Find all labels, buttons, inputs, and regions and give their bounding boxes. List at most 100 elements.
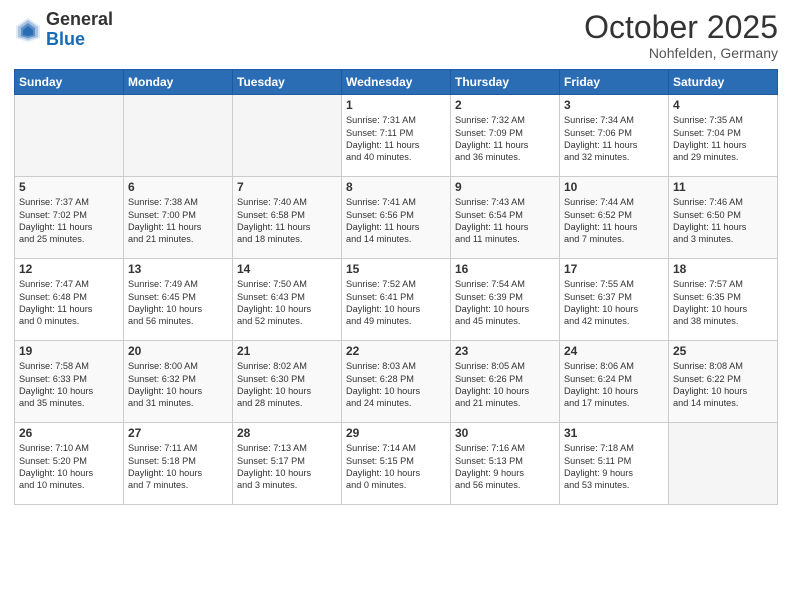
table-row: 8 Sunrise: 7:41 AMSunset: 6:56 PMDaylight…	[342, 177, 451, 259]
day-number: 19	[19, 344, 119, 358]
day-info: Sunrise: 7:55 AMSunset: 6:37 PMDaylight:…	[564, 278, 664, 328]
day-number: 23	[455, 344, 555, 358]
day-info: Sunrise: 7:43 AMSunset: 6:54 PMDaylight:…	[455, 196, 555, 246]
table-row: 21 Sunrise: 8:02 AMSunset: 6:30 PMDayligh…	[233, 341, 342, 423]
day-number: 27	[128, 426, 228, 440]
day-number: 12	[19, 262, 119, 276]
table-row: 13 Sunrise: 7:49 AMSunset: 6:45 PMDayligh…	[124, 259, 233, 341]
calendar-row-2: 12Sunrise: 7:47 AMSunset: 6:48 PMDayligh…	[15, 259, 778, 341]
table-row: 6 Sunrise: 7:38 AMSunset: 7:00 PMDaylight…	[124, 177, 233, 259]
day-number: 11	[673, 180, 773, 194]
table-row: 15Sunrise: 7:52 AMSunset: 6:41 PMDayligh…	[342, 259, 451, 341]
day-number: 7	[237, 180, 337, 194]
table-row: 1 Sunrise: 7:31 AMSunset: 7:11 PMDaylight…	[342, 95, 451, 177]
logo-general: General	[46, 9, 113, 29]
table-row: 14 Sunrise: 7:50 AMSunset: 6:43 PMDayligh…	[233, 259, 342, 341]
day-info: Sunrise: 7:34 AMSunset: 7:06 PMDaylight:…	[564, 114, 664, 164]
day-number: 9	[455, 180, 555, 194]
day-info: Sunrise: 8:02 AMSunset: 6:30 PMDaylight:…	[237, 360, 337, 410]
calendar-row-0: 1 Sunrise: 7:31 AMSunset: 7:11 PMDaylight…	[15, 95, 778, 177]
day-number: 1	[346, 98, 446, 112]
table-row	[233, 95, 342, 177]
th-saturday: Saturday	[669, 70, 778, 95]
th-monday: Monday	[124, 70, 233, 95]
table-row	[124, 95, 233, 177]
day-number: 29	[346, 426, 446, 440]
day-number: 25	[673, 344, 773, 358]
day-info: Sunrise: 7:14 AMSunset: 5:15 PMDaylight:…	[346, 442, 446, 492]
day-number: 6	[128, 180, 228, 194]
day-number: 5	[19, 180, 119, 194]
day-number: 30	[455, 426, 555, 440]
day-info: Sunrise: 8:03 AMSunset: 6:28 PMDaylight:…	[346, 360, 446, 410]
day-info: Sunrise: 7:11 AMSunset: 5:18 PMDaylight:…	[128, 442, 228, 492]
day-number: 17	[564, 262, 664, 276]
table-row: 29 Sunrise: 7:14 AMSunset: 5:15 PMDayligh…	[342, 423, 451, 505]
table-row: 17 Sunrise: 7:55 AMSunset: 6:37 PMDayligh…	[560, 259, 669, 341]
day-info: Sunrise: 7:31 AMSunset: 7:11 PMDaylight:…	[346, 114, 446, 164]
table-row: 4Sunrise: 7:35 AMSunset: 7:04 PMDaylight…	[669, 95, 778, 177]
table-row: 22Sunrise: 8:03 AMSunset: 6:28 PMDayligh…	[342, 341, 451, 423]
th-thursday: Thursday	[451, 70, 560, 95]
day-info: Sunrise: 7:10 AMSunset: 5:20 PMDaylight:…	[19, 442, 119, 492]
day-number: 14	[237, 262, 337, 276]
logo-blue: Blue	[46, 29, 85, 49]
calendar: Sunday Monday Tuesday Wednesday Thursday…	[14, 69, 778, 505]
table-row: 16 Sunrise: 7:54 AMSunset: 6:39 PMDayligh…	[451, 259, 560, 341]
table-row: 28 Sunrise: 7:13 AMSunset: 5:17 PMDayligh…	[233, 423, 342, 505]
day-info: Sunrise: 7:50 AMSunset: 6:43 PMDaylight:…	[237, 278, 337, 328]
table-row: 11 Sunrise: 7:46 AMSunset: 6:50 PMDayligh…	[669, 177, 778, 259]
day-info: Sunrise: 7:54 AMSunset: 6:39 PMDaylight:…	[455, 278, 555, 328]
day-info: Sunrise: 7:13 AMSunset: 5:17 PMDaylight:…	[237, 442, 337, 492]
table-row: 5 Sunrise: 7:37 AMSunset: 7:02 PMDaylight…	[15, 177, 124, 259]
day-info: Sunrise: 7:46 AMSunset: 6:50 PMDaylight:…	[673, 196, 773, 246]
day-number: 21	[237, 344, 337, 358]
table-row: 18Sunrise: 7:57 AMSunset: 6:35 PMDayligh…	[669, 259, 778, 341]
day-info: Sunrise: 7:32 AMSunset: 7:09 PMDaylight:…	[455, 114, 555, 164]
calendar-row-3: 19Sunrise: 7:58 AMSunset: 6:33 PMDayligh…	[15, 341, 778, 423]
day-number: 10	[564, 180, 664, 194]
table-row: 3Sunrise: 7:34 AMSunset: 7:06 PMDaylight…	[560, 95, 669, 177]
header: General Blue October 2025 Nohfelden, Ger…	[14, 10, 778, 61]
day-number: 20	[128, 344, 228, 358]
table-row: 20 Sunrise: 8:00 AMSunset: 6:32 PMDayligh…	[124, 341, 233, 423]
th-wednesday: Wednesday	[342, 70, 451, 95]
calendar-row-4: 26Sunrise: 7:10 AMSunset: 5:20 PMDayligh…	[15, 423, 778, 505]
title-block: October 2025 Nohfelden, Germany	[584, 10, 778, 61]
day-info: Sunrise: 7:49 AMSunset: 6:45 PMDaylight:…	[128, 278, 228, 328]
logo-icon	[14, 16, 42, 44]
table-row: 2 Sunrise: 7:32 AMSunset: 7:09 PMDaylight…	[451, 95, 560, 177]
table-row: 7Sunrise: 7:40 AMSunset: 6:58 PMDaylight…	[233, 177, 342, 259]
day-number: 2	[455, 98, 555, 112]
day-info: Sunrise: 8:05 AMSunset: 6:26 PMDaylight:…	[455, 360, 555, 410]
table-row: 24Sunrise: 8:06 AMSunset: 6:24 PMDayligh…	[560, 341, 669, 423]
page: General Blue October 2025 Nohfelden, Ger…	[0, 0, 792, 612]
day-number: 28	[237, 426, 337, 440]
table-row: 23 Sunrise: 8:05 AMSunset: 6:26 PMDayligh…	[451, 341, 560, 423]
weekday-header-row: Sunday Monday Tuesday Wednesday Thursday…	[15, 70, 778, 95]
day-number: 8	[346, 180, 446, 194]
th-sunday: Sunday	[15, 70, 124, 95]
day-number: 16	[455, 262, 555, 276]
day-number: 18	[673, 262, 773, 276]
table-row: 25Sunrise: 8:08 AMSunset: 6:22 PMDayligh…	[669, 341, 778, 423]
table-row: 10Sunrise: 7:44 AMSunset: 6:52 PMDayligh…	[560, 177, 669, 259]
day-info: Sunrise: 7:37 AMSunset: 7:02 PMDaylight:…	[19, 196, 119, 246]
logo-text: General Blue	[46, 10, 113, 50]
day-info: Sunrise: 7:41 AMSunset: 6:56 PMDaylight:…	[346, 196, 446, 246]
th-tuesday: Tuesday	[233, 70, 342, 95]
table-row: 9 Sunrise: 7:43 AMSunset: 6:54 PMDaylight…	[451, 177, 560, 259]
day-info: Sunrise: 8:00 AMSunset: 6:32 PMDaylight:…	[128, 360, 228, 410]
day-number: 15	[346, 262, 446, 276]
table-row: 27 Sunrise: 7:11 AMSunset: 5:18 PMDayligh…	[124, 423, 233, 505]
day-info: Sunrise: 7:38 AMSunset: 7:00 PMDaylight:…	[128, 196, 228, 246]
table-row: 30 Sunrise: 7:16 AMSunset: 5:13 PMDayligh…	[451, 423, 560, 505]
day-info: Sunrise: 7:18 AMSunset: 5:11 PMDaylight:…	[564, 442, 664, 492]
table-row: 31Sunrise: 7:18 AMSunset: 5:11 PMDayligh…	[560, 423, 669, 505]
day-number: 13	[128, 262, 228, 276]
day-info: Sunrise: 7:16 AMSunset: 5:13 PMDaylight:…	[455, 442, 555, 492]
table-row: 12Sunrise: 7:47 AMSunset: 6:48 PMDayligh…	[15, 259, 124, 341]
logo: General Blue	[14, 10, 113, 50]
table-row: 19Sunrise: 7:58 AMSunset: 6:33 PMDayligh…	[15, 341, 124, 423]
table-row: 26Sunrise: 7:10 AMSunset: 5:20 PMDayligh…	[15, 423, 124, 505]
